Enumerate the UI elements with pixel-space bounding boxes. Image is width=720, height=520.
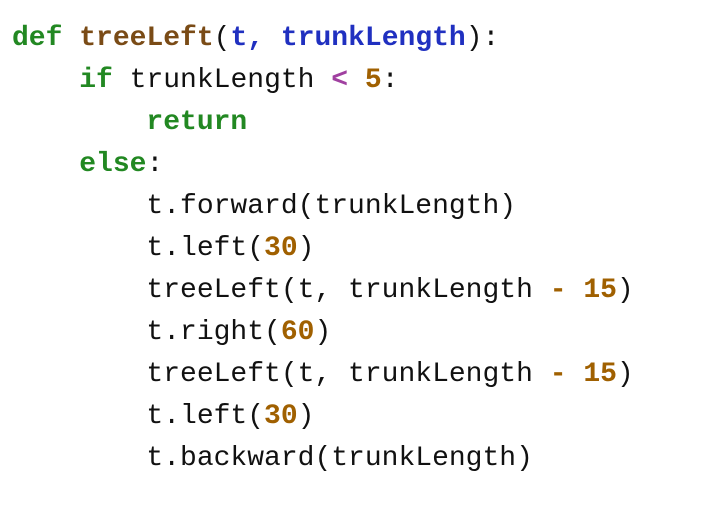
- space: [567, 275, 584, 306]
- stmt-right-b: ): [314, 317, 331, 348]
- comma: ,: [247, 23, 281, 54]
- param-t: t: [230, 23, 247, 54]
- indent: [12, 275, 146, 306]
- op-minus: -: [550, 359, 567, 390]
- code-block: def treeLeft(t, trunkLength): if trunkLe…: [0, 0, 720, 498]
- param-trunk: trunkLength: [281, 23, 466, 54]
- num-15: 15: [583, 359, 617, 390]
- indent: [12, 65, 79, 96]
- colon: :: [483, 23, 500, 54]
- stmt-rec1-b: ): [617, 275, 634, 306]
- stmt-forward: t.forward(trunkLength): [146, 191, 516, 222]
- indent: [12, 191, 146, 222]
- stmt-rec2-b: ): [617, 359, 634, 390]
- keyword-else: else: [79, 149, 146, 180]
- colon: :: [382, 65, 399, 96]
- keyword-if: if: [79, 65, 113, 96]
- num-30b: 30: [264, 401, 298, 432]
- indent: [12, 443, 146, 474]
- function-name: treeLeft: [79, 23, 213, 54]
- cond-var: trunkLength: [130, 65, 332, 96]
- op-minus: -: [550, 275, 567, 306]
- stmt-backward: t.backward(trunkLength): [146, 443, 532, 474]
- indent: [12, 317, 146, 348]
- stmt-rec1-a: treeLeft(t, trunkLength: [146, 275, 549, 306]
- indent: [12, 149, 79, 180]
- keyword-def: def: [12, 23, 62, 54]
- colon: :: [146, 149, 163, 180]
- stmt-left-a: t.left(: [146, 233, 264, 264]
- num-30: 30: [264, 233, 298, 264]
- keyword-return: return: [146, 107, 247, 138]
- stmt-right-a: t.right(: [146, 317, 280, 348]
- indent: [12, 401, 146, 432]
- num-5: 5: [365, 65, 382, 96]
- stmt-left-b: ): [298, 233, 315, 264]
- num-15: 15: [583, 275, 617, 306]
- stmt-left2-a: t.left(: [146, 401, 264, 432]
- space: [62, 23, 79, 54]
- lparen: (: [214, 23, 231, 54]
- indent: [12, 359, 146, 390]
- stmt-left2-b: ): [298, 401, 315, 432]
- num-60: 60: [281, 317, 315, 348]
- space: [567, 359, 584, 390]
- rparen: ): [466, 23, 483, 54]
- space: [113, 65, 130, 96]
- indent: [12, 233, 146, 264]
- indent: [12, 107, 146, 138]
- space: [348, 65, 365, 96]
- op-lt: <: [331, 65, 348, 96]
- stmt-rec2-a: treeLeft(t, trunkLength: [146, 359, 549, 390]
